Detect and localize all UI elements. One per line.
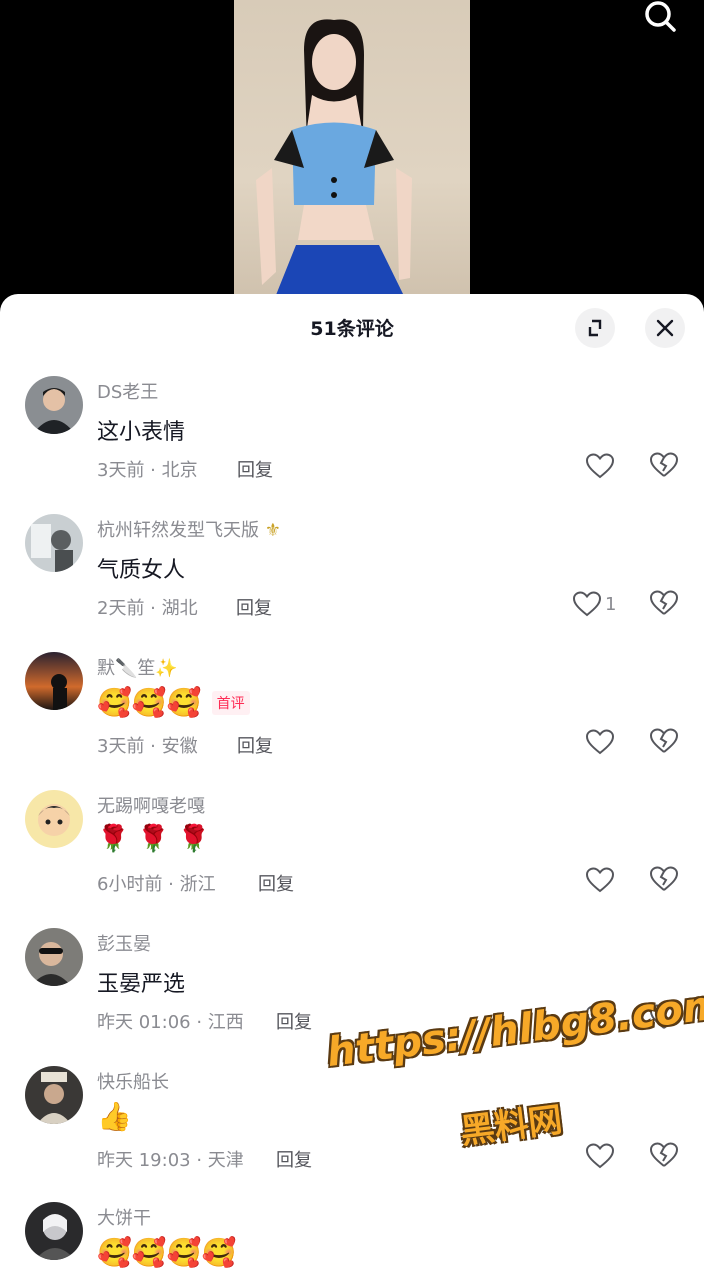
- dislike-button[interactable]: [649, 590, 679, 618]
- broken-heart-icon: [649, 728, 679, 753]
- heart-icon: [586, 453, 614, 479]
- broken-heart-icon: [649, 1142, 679, 1167]
- comment-username[interactable]: 杭州轩然发型飞天版 ⚜: [97, 516, 281, 542]
- comment-meta: 3天前 · 安徽: [97, 736, 198, 757]
- comment-meta: 昨天 19:03 · 天津: [97, 1150, 244, 1171]
- avatar[interactable]: [25, 652, 83, 710]
- avatar[interactable]: [25, 1066, 83, 1124]
- reply-button[interactable]: 回复: [258, 870, 294, 896]
- like-button[interactable]: [586, 728, 618, 756]
- search-button[interactable]: [640, 0, 680, 36]
- heart-icon: [586, 867, 614, 893]
- comment-text: 🌹🌹🌹: [97, 824, 219, 854]
- first-comment-badge: 首评: [211, 690, 250, 715]
- close-button[interactable]: [645, 308, 685, 348]
- comment-text: 🥰🥰🥰 首评: [97, 686, 250, 719]
- reply-button[interactable]: 回复: [237, 456, 273, 482]
- comment-item: 默🔪笙✨ 🥰🥰🥰 首评 3天前 · 安徽 回复: [0, 652, 704, 790]
- like-button[interactable]: [586, 1142, 618, 1170]
- comment-sheet: 51条评论 DS老王 这小表情 3天前 · 北京 回复 杭州轩然发型飞天版 ⚜ …: [0, 294, 704, 1280]
- comment-meta: 6小时前 · 浙江: [97, 874, 216, 895]
- reply-button[interactable]: 回复: [236, 594, 272, 620]
- comment-username[interactable]: 默🔪笙✨: [97, 654, 178, 680]
- dislike-button[interactable]: [649, 866, 679, 894]
- like-button[interactable]: [586, 1004, 618, 1032]
- reply-button[interactable]: 回复: [276, 1008, 312, 1034]
- heart-icon: [586, 729, 614, 755]
- comment-text: 这小表情: [97, 420, 186, 445]
- comment-username[interactable]: DS老王: [97, 378, 158, 404]
- comment-item: 大饼干 🥰🥰🥰🥰: [0, 1202, 704, 1280]
- like-button[interactable]: [586, 452, 618, 480]
- fleur-de-lis-icon: ⚜: [264, 520, 281, 541]
- dislike-button[interactable]: [649, 728, 679, 756]
- broken-heart-icon: [649, 866, 679, 891]
- reply-button[interactable]: 回复: [276, 1146, 312, 1172]
- comment-item: DS老王 这小表情 3天前 · 北京 回复: [0, 376, 704, 514]
- avatar[interactable]: [25, 790, 83, 848]
- comment-meta: 3天前 · 北京: [97, 460, 198, 481]
- avatar[interactable]: [25, 1202, 83, 1260]
- comment-item: 无踢啊嘎老嘎 🌹🌹🌹 6小时前 · 浙江 回复: [0, 790, 704, 928]
- search-icon: [645, 1, 676, 32]
- comment-username[interactable]: 快乐船长: [97, 1068, 169, 1094]
- expand-icon: [588, 319, 602, 337]
- heart-icon: [573, 591, 601, 617]
- dislike-button[interactable]: [649, 1142, 679, 1170]
- like-button[interactable]: 1: [573, 590, 616, 618]
- comment-item: 快乐船长 👍 昨天 19:03 · 天津 回复: [0, 1066, 704, 1204]
- comment-item: 杭州轩然发型飞天版 ⚜ 气质女人 2天前 · 湖北 回复 1: [0, 514, 704, 652]
- video-figure: [256, 19, 412, 300]
- close-icon: [656, 319, 674, 337]
- comment-text: 👍: [97, 1100, 132, 1133]
- comment-text: 玉晏严选: [97, 972, 186, 997]
- dislike-button[interactable]: [649, 1004, 679, 1032]
- broken-heart-icon: [649, 452, 679, 477]
- broken-heart-icon: [649, 1004, 679, 1029]
- heart-icon: [586, 1143, 614, 1169]
- comment-text: 🥰🥰🥰🥰: [97, 1236, 237, 1269]
- comment-meta: 昨天 01:06 · 江西: [97, 1012, 244, 1033]
- comment-text: 气质女人: [97, 558, 186, 583]
- comment-meta: 2天前 · 湖北: [97, 598, 198, 619]
- avatar[interactable]: [25, 376, 83, 434]
- expand-button[interactable]: [575, 308, 615, 348]
- dislike-button[interactable]: [649, 452, 679, 480]
- comment-username[interactable]: 无踢啊嘎老嘎: [97, 792, 205, 818]
- video-frame[interactable]: [234, 0, 470, 300]
- like-count: 1: [605, 593, 617, 615]
- like-button[interactable]: [586, 866, 618, 894]
- avatar[interactable]: [25, 928, 83, 986]
- avatar[interactable]: [25, 514, 83, 572]
- heart-icon: [586, 1005, 614, 1031]
- broken-heart-icon: [649, 590, 679, 615]
- comment-item: 彭玉晏 玉晏严选 昨天 01:06 · 江西 回复: [0, 928, 704, 1066]
- comment-username[interactable]: 彭玉晏: [97, 930, 151, 956]
- comment-username[interactable]: 大饼干: [97, 1204, 151, 1230]
- reply-button[interactable]: 回复: [237, 732, 273, 758]
- video-player[interactable]: [0, 0, 704, 300]
